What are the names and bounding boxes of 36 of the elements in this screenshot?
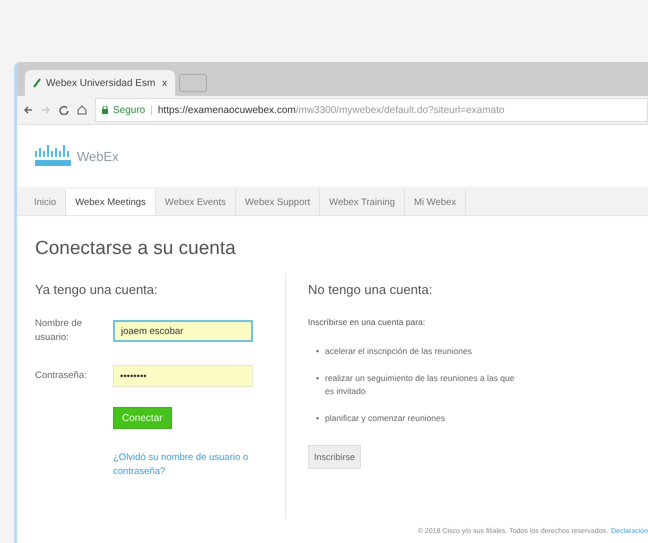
- url-text: https://examenaocuwebex.com/mw3300/mywebex/default.do?siteurl=examato: [158, 104, 504, 116]
- benefit-item: planificar y comenzar reuniones: [324, 412, 445, 425]
- bullet: •: [316, 372, 319, 385]
- password-label: Contraseña:: [35, 369, 88, 383]
- nav-tab[interactable]: Webex Meetings: [66, 189, 156, 215]
- nav-tab[interactable]: Mi Webex: [405, 189, 466, 215]
- secure-label: Seguro: [113, 104, 146, 116]
- close-icon[interactable]: x: [162, 78, 167, 88]
- forgot-link[interactable]: ¿Olvidó su nombre de usuario o contraseña?: [113, 451, 263, 479]
- signup-heading: No tengo una cuenta:: [308, 282, 434, 297]
- reload-icon[interactable]: [59, 105, 69, 115]
- logo-bars-icon: [35, 145, 71, 167]
- username-field[interactable]: joaem escobar: [113, 320, 253, 342]
- bullet: •: [316, 412, 319, 425]
- password-field[interactable]: ••••••••: [113, 365, 253, 387]
- tab-title: Webex Universidad Esm: [46, 78, 156, 88]
- username-label: Nombre de usuario:: [35, 317, 83, 345]
- benefit-item: acelerar el inscripción de las reuniones: [324, 345, 472, 358]
- lock-icon: [102, 106, 108, 114]
- bullet: •: [316, 345, 319, 358]
- login-heading: Ya tengo una cuenta:: [35, 282, 159, 297]
- signup-button[interactable]: Inscribirse: [308, 445, 362, 469]
- signup-intro: Inscríbirse en una cuenta para:: [308, 317, 426, 327]
- page-icon: [33, 78, 41, 88]
- separator: |: [150, 104, 153, 116]
- product-name: WebEx: [77, 148, 119, 164]
- address-bar[interactable]: Seguro | https://examenaocuwebex.com/mw3300/mywebex/default.do?siteurl=examato: [95, 98, 648, 122]
- back-arrow-icon[interactable]: [23, 105, 33, 115]
- nav-tab[interactable]: Webex Training: [320, 189, 406, 215]
- home-icon[interactable]: [77, 105, 87, 115]
- nav-tab[interactable]: Webex Support: [236, 189, 320, 215]
- page-title: Conectarse a su cuenta: [35, 238, 237, 260]
- browser-tab[interactable]: Webex Universidad Esm x: [25, 70, 175, 96]
- nav-tab[interactable]: Webex Events: [156, 189, 236, 215]
- benefit-item: realizar un seguimiento de las reuniones a las que es invitado: [324, 372, 516, 398]
- connect-button[interactable]: Conectar: [113, 407, 172, 429]
